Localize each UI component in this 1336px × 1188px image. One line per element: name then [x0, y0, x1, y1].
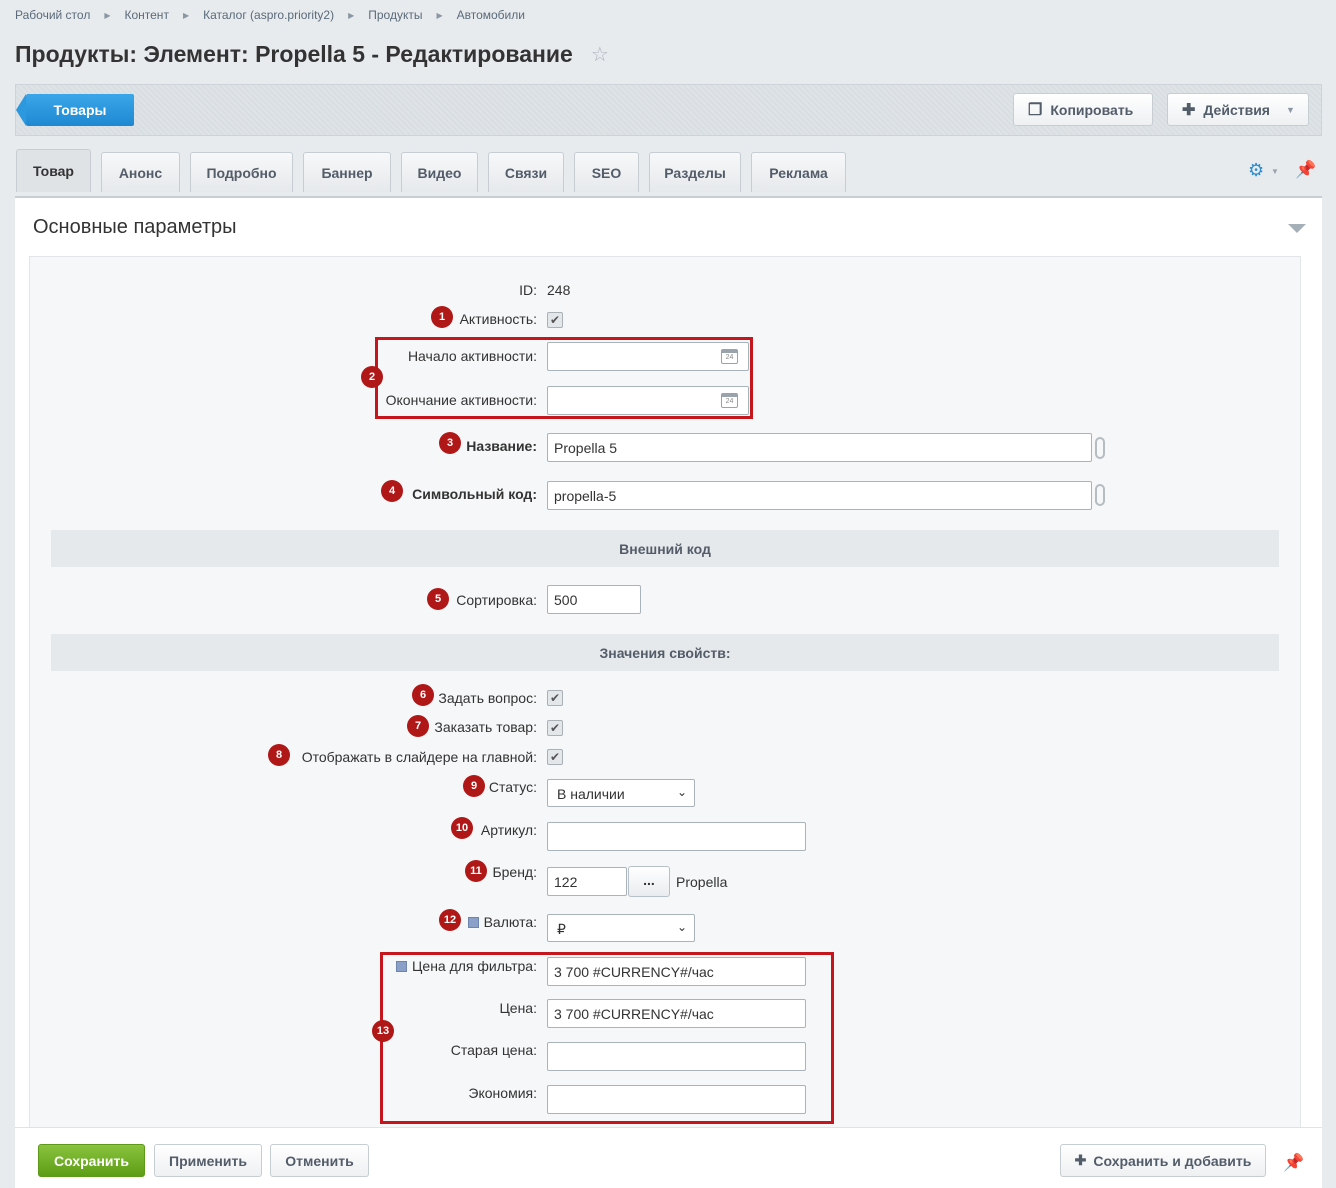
currency-value: ₽ [557, 921, 566, 937]
chevron-right-icon: ▶ [104, 10, 111, 20]
tab-banner[interactable]: Баннер [303, 152, 391, 192]
chevron-down-icon: ⌄ [676, 785, 687, 799]
marker-badge: 6 [412, 684, 434, 706]
tab-product[interactable]: Товар [16, 149, 91, 192]
id-value: 248 [547, 282, 571, 298]
actions-button[interactable]: ✚ Действия ▼ [1167, 93, 1309, 126]
currency-label-row: Валюта: [467, 914, 537, 930]
ask-label: Задать вопрос: [438, 690, 537, 706]
status-label: Статус: [488, 779, 537, 795]
name-label: Название: [466, 438, 537, 454]
tab-seo[interactable]: SEO [574, 152, 639, 192]
chain-link-icon[interactable] [1095, 437, 1105, 459]
ask-checkbox[interactable]: ✔ [547, 690, 563, 706]
marker-badge: 5 [427, 588, 449, 610]
cancel-button[interactable]: Отменить [270, 1144, 369, 1177]
chevron-right-icon: ▶ [182, 10, 190, 20]
highlight-box-13 [380, 952, 834, 1124]
actions-button-label: Действия [1203, 101, 1270, 118]
save-and-add-label: Сохранить и добавить [1093, 1152, 1252, 1169]
chevron-down-icon: ⌄ [676, 920, 687, 934]
pin-icon[interactable]: 📌 [1295, 160, 1316, 180]
page-title: Продукты: Элемент: Propella 5 - Редактир… [15, 41, 573, 67]
marker-badge: 13 [372, 1020, 394, 1042]
breadcrumb: Рабочий стол ▶ Контент ▶ Каталог (aspro.pr… [15, 8, 539, 22]
chevron-right-icon: ▶ [436, 10, 443, 20]
tab-sections[interactable]: Разделы [649, 152, 741, 192]
external-code-header: Внешний код [51, 530, 1279, 567]
breadcrumb-item[interactable]: Рабочий стол [15, 8, 90, 22]
marker-badge: 9 [463, 775, 485, 797]
chevron-down-icon: ▼ [1285, 104, 1295, 115]
currency-label: Валюта: [483, 914, 537, 930]
brand-name: Propella [676, 874, 728, 890]
order-label: Заказать товар: [434, 719, 537, 735]
article-input[interactable] [547, 822, 806, 851]
apply-button[interactable]: Применить [154, 1144, 262, 1177]
code-input[interactable]: propella-5 [547, 481, 1092, 510]
copy-button[interactable]: ❐ Копировать [1013, 93, 1153, 126]
copy-icon: ❐ [1028, 101, 1043, 119]
tab-links[interactable]: Связи [488, 152, 564, 192]
plus-icon: ✚ [1074, 1152, 1087, 1168]
status-value: В наличии [557, 786, 625, 802]
star-icon[interactable]: ☆ [591, 42, 609, 67]
brand-label: Бренд: [492, 864, 537, 880]
name-input[interactable]: Propella 5 [547, 433, 1092, 462]
tab-details[interactable]: Подробно [190, 152, 293, 192]
tab-announce[interactable]: Анонс [101, 152, 180, 192]
tab-video[interactable]: Видео [401, 152, 478, 192]
article-label: Артикул: [480, 822, 537, 838]
brand-picker-button[interactable]: ... [628, 866, 670, 897]
sort-label: Сортировка: [456, 592, 537, 608]
active-label: Активность: [459, 311, 537, 327]
currency-select[interactable]: ₽ ⌄ [547, 914, 695, 942]
breadcrumb-item[interactable]: Контент [124, 8, 168, 22]
sort-input[interactable]: 500 [547, 585, 641, 614]
tab-ads[interactable]: Реклама [751, 152, 846, 192]
brand-id-input[interactable]: 122 [547, 867, 627, 896]
marker-badge: 4 [381, 480, 403, 502]
chevron-down-icon[interactable]: ▼ [1271, 167, 1279, 176]
highlight-box-2 [375, 337, 753, 419]
code-label: Символьный код: [412, 486, 537, 502]
slider-checkbox[interactable]: ✔ [547, 749, 563, 765]
properties-header: Значения свойств: [51, 634, 1279, 671]
save-button[interactable]: Сохранить [38, 1144, 145, 1177]
toolbar: Товары ❐ Копировать ✚ Действия ▼ [15, 84, 1322, 136]
marker-badge: 12 [439, 909, 461, 931]
chain-link-icon[interactable] [1095, 484, 1105, 506]
pin-icon[interactable]: 📌 [1283, 1153, 1304, 1173]
collapse-icon[interactable] [1288, 224, 1306, 233]
active-checkbox[interactable]: ✔ [547, 312, 563, 328]
marker-badge: 10 [451, 817, 473, 839]
tab-bar: Товар Анонс Подробно Баннер Видео Связи … [16, 149, 856, 192]
bottom-action-bar: Сохранить Применить Отменить ✚ Сохранить… [15, 1127, 1322, 1188]
save-and-add-button[interactable]: ✚ Сохранить и добавить [1060, 1144, 1266, 1177]
section-title: Основные параметры [33, 216, 237, 238]
marker-badge: 1 [431, 306, 453, 328]
id-label: ID: [519, 282, 537, 298]
marker-badge: 7 [407, 715, 429, 737]
help-icon[interactable] [467, 917, 479, 928]
chevron-right-icon: ▶ [348, 10, 355, 20]
marker-badge: 2 [361, 366, 383, 388]
marker-badge: 8 [268, 744, 290, 766]
gear-icon[interactable]: ⚙ [1248, 160, 1264, 181]
breadcrumb-item[interactable]: Автомобили [457, 8, 525, 22]
breadcrumb-item[interactable]: Каталог (aspro.priority2) [203, 8, 334, 22]
order-checkbox[interactable]: ✔ [547, 720, 563, 736]
breadcrumb-item[interactable]: Продукты [368, 8, 422, 22]
slider-label: Отображать в слайдере на главной: [301, 749, 537, 765]
plus-icon: ✚ [1182, 101, 1196, 119]
copy-button-label: Копировать [1050, 101, 1134, 118]
page-title-row: Продукты: Элемент: Propella 5 - Редактир… [15, 41, 609, 68]
back-to-products-button[interactable]: Товары [16, 94, 134, 126]
marker-badge: 3 [439, 432, 461, 454]
marker-badge: 11 [465, 860, 487, 882]
status-select[interactable]: В наличии ⌄ [547, 779, 695, 807]
